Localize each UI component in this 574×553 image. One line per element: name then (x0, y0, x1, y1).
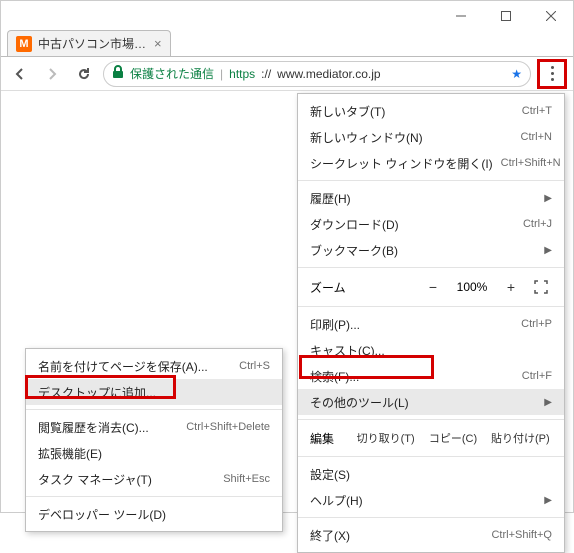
edit-copy[interactable]: コピー(C) (421, 430, 484, 446)
menu-more-tools[interactable]: その他のツール(L)▶ (298, 389, 564, 415)
tab-favicon: M (16, 36, 32, 52)
toolbar: 保護された通信 | https://www.mediator.co.jp ★ (1, 57, 573, 91)
menu-history[interactable]: 履歴(H)▶ (298, 185, 564, 211)
menu-settings[interactable]: 設定(S) (298, 461, 564, 487)
bookmark-star-icon[interactable]: ★ (511, 67, 522, 81)
forward-button[interactable] (39, 61, 65, 87)
tab-close-icon[interactable]: × (154, 36, 162, 51)
minimize-button[interactable] (438, 1, 483, 30)
lock-icon (112, 65, 124, 82)
maximize-button[interactable] (483, 1, 528, 30)
address-bar[interactable]: 保護された通信 | https://www.mediator.co.jp ★ (103, 61, 531, 87)
menu-incognito[interactable]: シークレット ウィンドウを開く(I)Ctrl+Shift+N (298, 150, 564, 176)
menu-find[interactable]: 検索(F)...Ctrl+F (298, 363, 564, 389)
edit-paste[interactable]: 貼り付け(P) (489, 430, 552, 446)
submenu-add-to-desktop[interactable]: デスクトップに追加... (26, 379, 282, 405)
secure-label: 保護された通信 (130, 65, 214, 82)
menu-help[interactable]: ヘルプ(H)▶ (298, 487, 564, 513)
submenu-clear-browsing[interactable]: 閲覧履歴を消去(C)...Ctrl+Shift+Delete (26, 414, 282, 440)
chevron-right-icon: ▶ (544, 245, 552, 256)
menu-print[interactable]: 印刷(P)...Ctrl+P (298, 311, 564, 337)
chrome-menu-button[interactable] (537, 59, 567, 89)
menu-exit[interactable]: 終了(X)Ctrl+Shift+Q (298, 522, 564, 548)
window-titlebar (1, 1, 573, 31)
url-scheme: https (229, 67, 255, 81)
menu-new-window[interactable]: 新しいウィンドウ(N)Ctrl+N (298, 124, 564, 150)
submenu-extensions[interactable]: 拡張機能(E) (26, 440, 282, 466)
url-host: www.mediator.co.jp (277, 67, 380, 81)
edit-label: 編集 (310, 430, 350, 447)
menu-new-tab[interactable]: 新しいタブ(T)Ctrl+T (298, 98, 564, 124)
submenu-devtools[interactable]: デベロッパー ツール(D) (26, 501, 282, 527)
menu-zoom-row: ズーム − 100% + (298, 272, 564, 302)
menu-downloads[interactable]: ダウンロード(D)Ctrl+J (298, 211, 564, 237)
tab-strip: M 中古パソコン市場 中古PCの × (1, 31, 573, 57)
menu-edit-row: 編集 切り取り(T) コピー(C) 貼り付け(P) (298, 424, 564, 452)
edit-cut[interactable]: 切り取り(T) (354, 430, 417, 446)
close-window-button[interactable] (528, 1, 573, 30)
chrome-main-menu: 新しいタブ(T)Ctrl+T 新しいウィンドウ(N)Ctrl+N シークレット … (297, 93, 565, 553)
menu-cast[interactable]: キャスト(C)... (298, 337, 564, 363)
fullscreen-icon[interactable] (530, 280, 552, 294)
zoom-value: 100% (452, 280, 492, 294)
submenu-save-as[interactable]: 名前を付けてページを保存(A)...Ctrl+S (26, 353, 282, 379)
zoom-label: ズーム (310, 279, 414, 296)
tab-title: 中古パソコン市場 中古PCの (38, 35, 148, 52)
kebab-icon (551, 66, 554, 81)
zoom-in-button[interactable]: + (500, 276, 522, 298)
chevron-right-icon: ▶ (544, 397, 552, 408)
url-sep: :// (261, 67, 271, 81)
submenu-task-manager[interactable]: タスク マネージャ(T)Shift+Esc (26, 466, 282, 492)
reload-button[interactable] (71, 61, 97, 87)
menu-bookmarks[interactable]: ブックマーク(B)▶ (298, 237, 564, 263)
browser-tab[interactable]: M 中古パソコン市場 中古PCの × (7, 30, 171, 56)
chevron-right-icon: ▶ (544, 193, 552, 204)
more-tools-submenu: 名前を付けてページを保存(A)...Ctrl+S デスクトップに追加... 閲覧… (25, 348, 283, 532)
zoom-out-button[interactable]: − (422, 276, 444, 298)
back-button[interactable] (7, 61, 33, 87)
chevron-right-icon: ▶ (544, 495, 552, 506)
